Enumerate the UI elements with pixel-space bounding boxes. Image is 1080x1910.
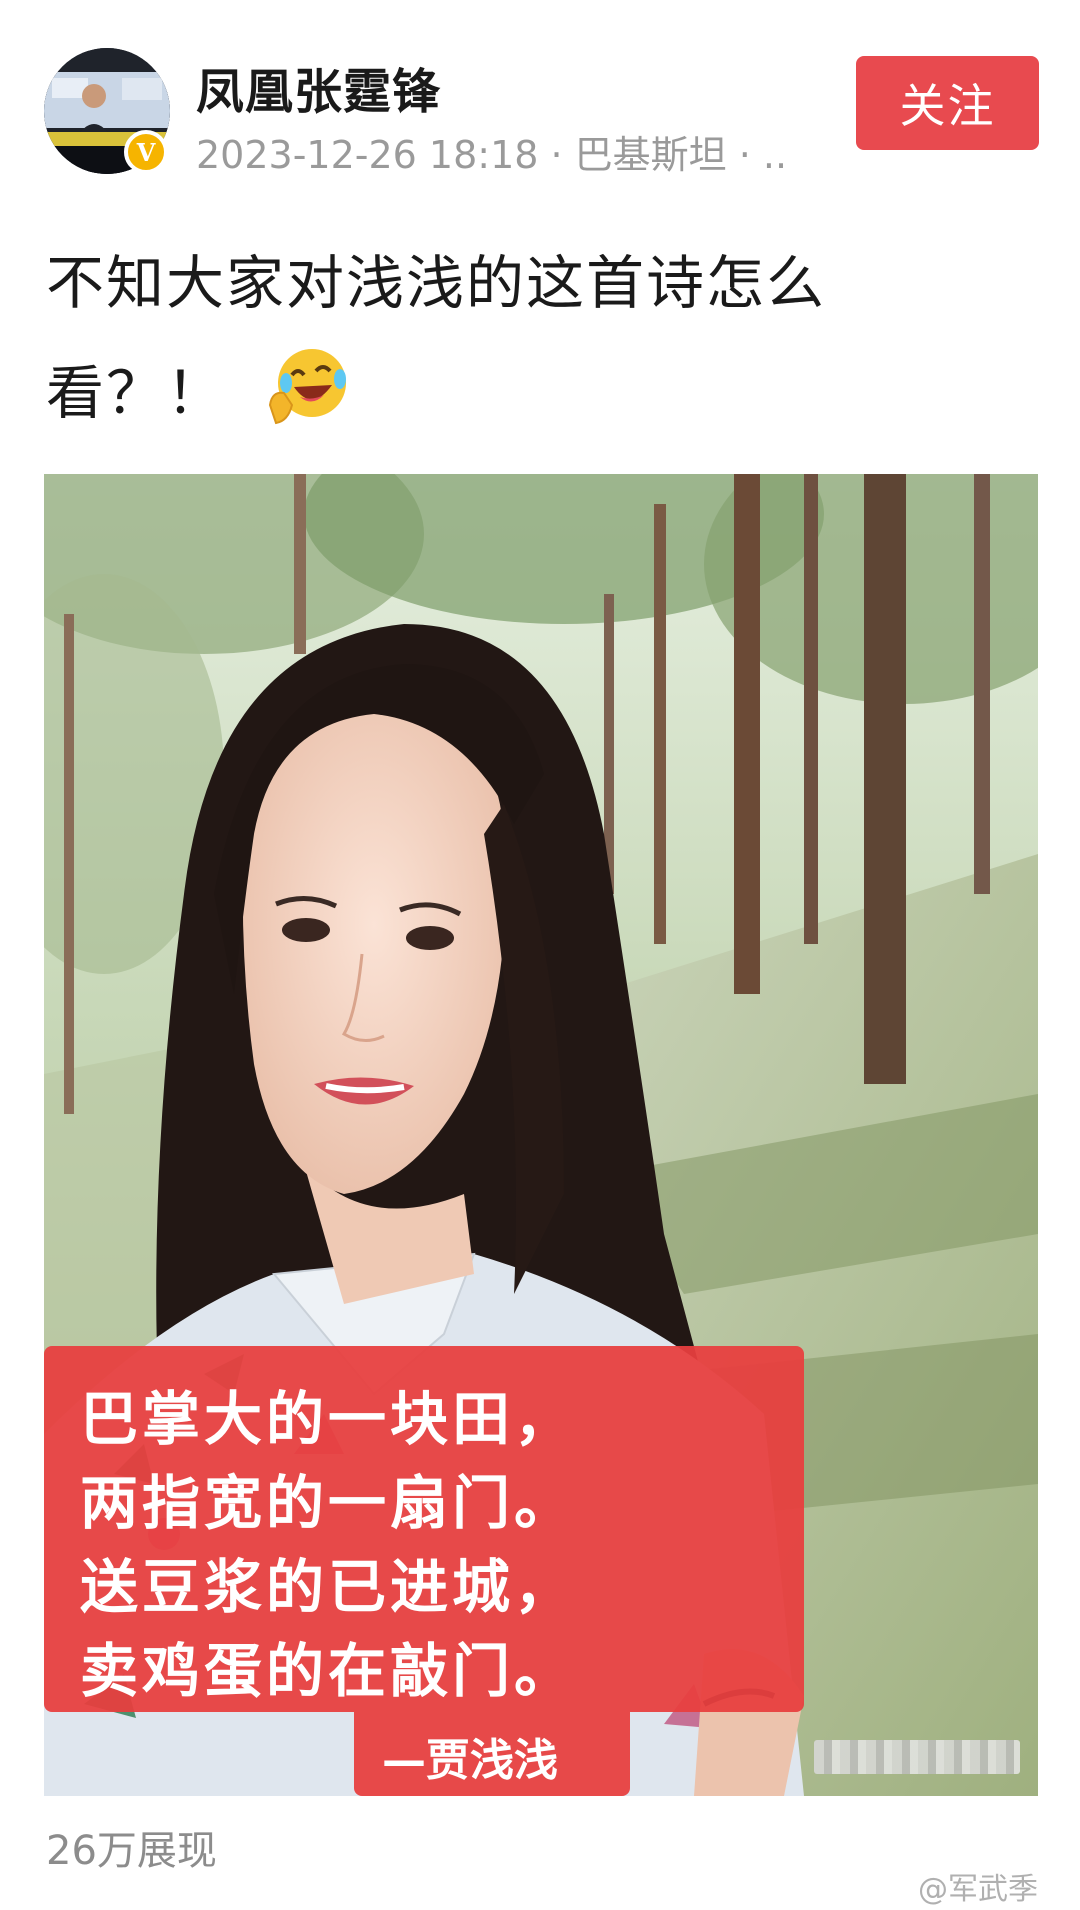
follow-button[interactable]: 关注: [856, 56, 1039, 150]
poem-line-2: 两指宽的一扇门。: [80, 1469, 577, 1537]
post-text-line-1: 不知大家对浅浅的这首诗怎么: [46, 249, 827, 317]
author-name[interactable]: 凤凰张霆锋: [196, 52, 441, 122]
view-count: 26万展现: [46, 1828, 217, 1874]
poem-author-box: —贾浅浅: [354, 1712, 630, 1796]
post-text-line-2-text: 看？！: [46, 359, 227, 427]
post-image[interactable]: 巴掌大的一块田， 两指宽的一扇门。 送豆浆的已进城， 卖鸡蛋的在敲门。 —贾浅浅: [44, 474, 1038, 1796]
poem-line-4: 卖鸡蛋的在敲门。: [80, 1637, 577, 1705]
verified-badge-icon: V: [124, 130, 168, 174]
weibo-post: V 凤凰张霆锋 2023-12-26 18:18 · 巴基斯坦 · .. 关注 …: [0, 0, 1080, 1910]
post-text-line-2: 看？！: [46, 338, 1036, 448]
poem-line-3: 送豆浆的已进城，: [80, 1553, 577, 1621]
post-meta: 2023-12-26 18:18 · 巴基斯坦 · ..: [196, 133, 788, 177]
poem-line-1: 巴掌大的一块田，: [80, 1385, 577, 1453]
post-text: 不知大家对浅浅的这首诗怎么 看？！: [46, 228, 1036, 448]
corner-watermark: @军武季: [918, 1872, 1038, 1907]
poem-author: —贾浅浅: [382, 1735, 558, 1786]
laughing-crying-emoji-icon: [268, 349, 347, 425]
poem-caption-box: 巴掌大的一块田， 两指宽的一扇门。 送豆浆的已进城， 卖鸡蛋的在敲门。: [44, 1346, 804, 1712]
blurred-watermark: [814, 1740, 1020, 1774]
